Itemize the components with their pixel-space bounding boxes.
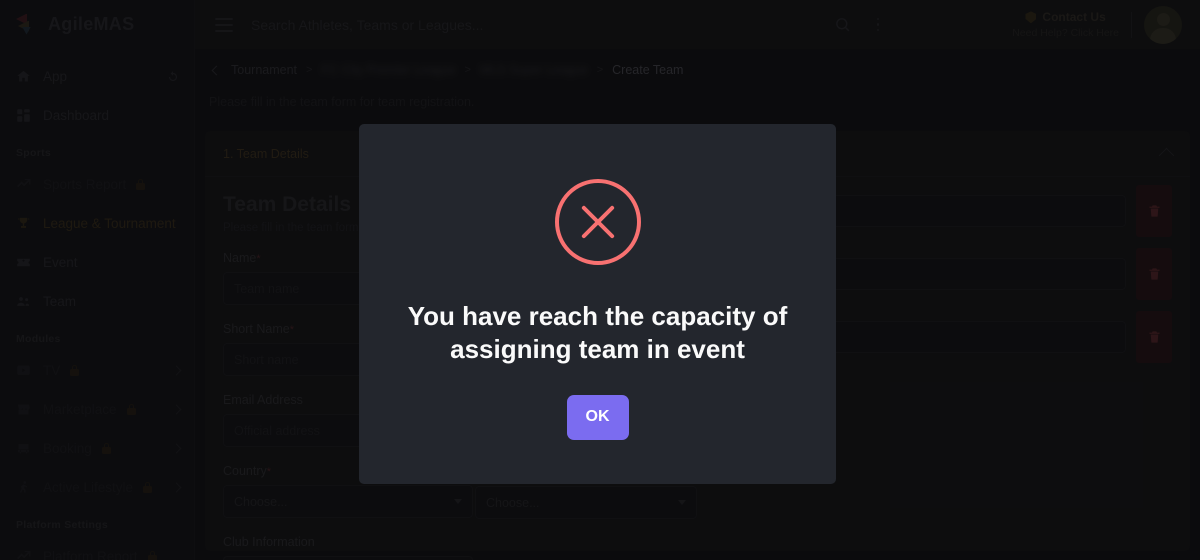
modal-message: You have reach the capacity of assigning…	[407, 301, 788, 365]
capacity-error-modal: You have reach the capacity of assigning…	[359, 124, 836, 484]
app-root: AgileMAS AppDashboardSportsSports Report…	[0, 0, 1200, 560]
ok-button[interactable]: OK	[566, 394, 629, 440]
error-circle-x-icon	[554, 179, 641, 265]
